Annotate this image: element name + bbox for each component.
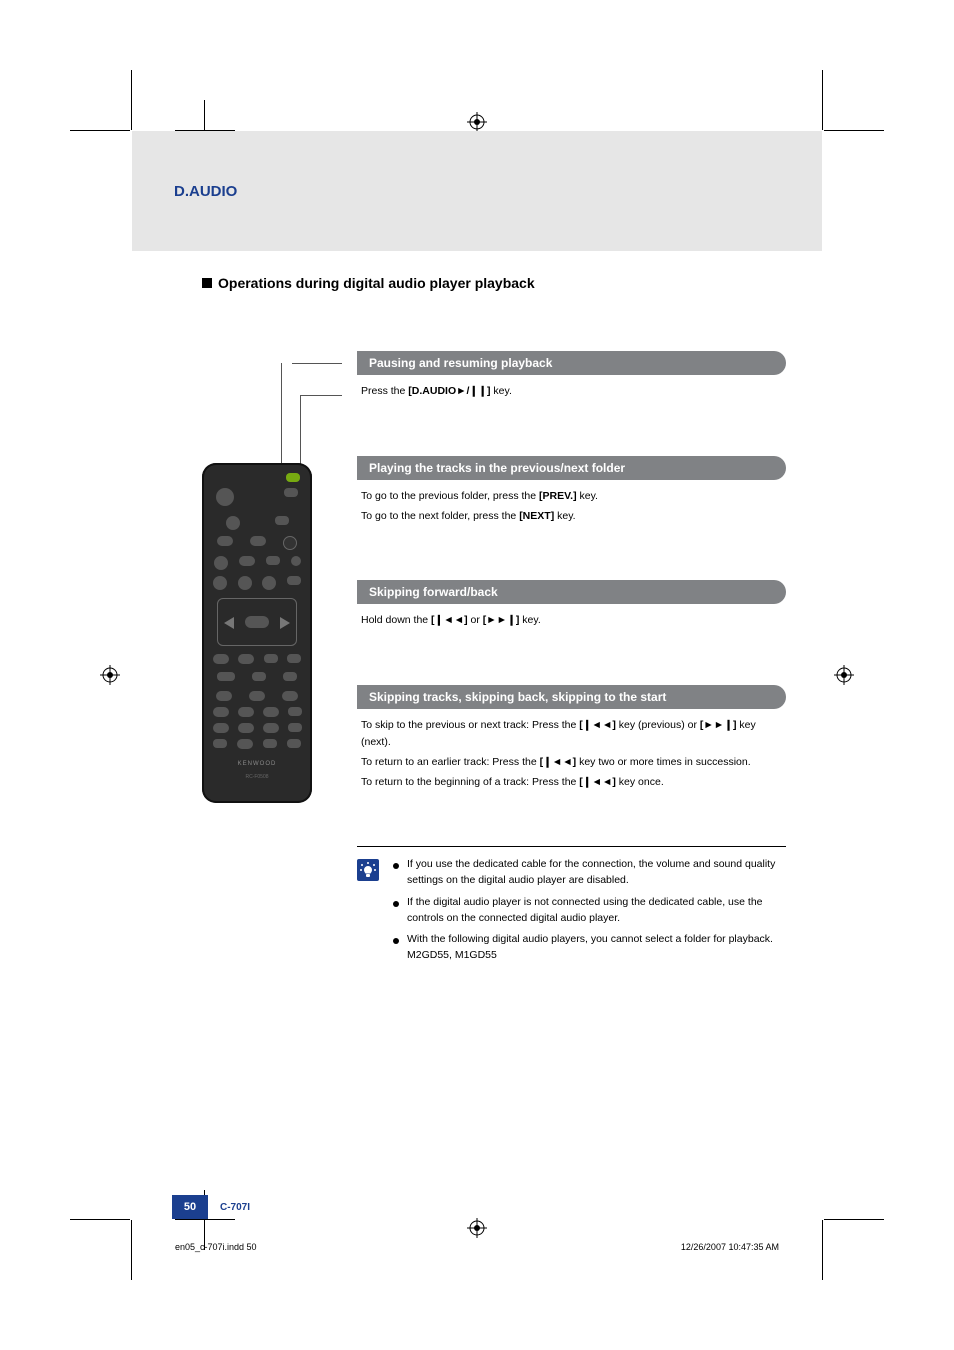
tip-item: If the digital audio player is not conne… bbox=[393, 895, 786, 927]
block-pause: Pausing and resuming playback Press the … bbox=[357, 351, 786, 400]
block-skip-tracks: Skipping tracks, skipping back, skipping… bbox=[357, 685, 786, 790]
header-band: D.AUDIO bbox=[132, 131, 822, 251]
tip-list: If you use the dedicated cable for the c… bbox=[393, 857, 786, 970]
block-folder: Playing the tracks in the previous/next … bbox=[357, 456, 786, 525]
slug-timestamp: 12/26/2007 10:47:35 AM bbox=[681, 1242, 779, 1252]
registration-mark-top bbox=[467, 112, 487, 132]
square-bullet-icon bbox=[202, 278, 212, 288]
section-heading: Operations during digital audio player p… bbox=[202, 275, 786, 291]
skiptrack-line1: To skip to the previous or next track: P… bbox=[361, 717, 782, 751]
folder-next-text: To go to the next folder, press the [NEX… bbox=[361, 508, 782, 525]
block-title: Skipping tracks, skipping back, skipping… bbox=[357, 685, 786, 709]
footer-model: C-707I bbox=[220, 1202, 250, 1219]
tip-item: If you use the dedicated cable for the c… bbox=[393, 857, 786, 889]
header-section-title: D.AUDIO bbox=[174, 183, 237, 200]
tip-section: If you use the dedicated cable for the c… bbox=[357, 857, 786, 970]
tip-item: With the following digital audio players… bbox=[393, 932, 786, 964]
block-title: Pausing and resuming playback bbox=[357, 351, 786, 375]
slug-file: en05_c-707i.indd 50 bbox=[175, 1242, 257, 1252]
skipfb-text: Hold down the [❙◄◄] or [►►❙] key. bbox=[361, 612, 782, 629]
block-skip-fwd-back: Skipping forward/back Hold down the [❙◄◄… bbox=[357, 580, 786, 629]
pause-text: Press the [D.AUDIO►/❙❙] key. bbox=[361, 383, 782, 400]
remote-model: RC-F0508 bbox=[210, 774, 304, 780]
registration-mark-bottom bbox=[467, 1218, 487, 1238]
tip-bulb-icon bbox=[357, 859, 379, 881]
separator bbox=[357, 846, 786, 847]
print-slug: en05_c-707i.indd 50 12/26/2007 10:47:35 … bbox=[175, 1242, 779, 1252]
page-footer: 50 C-707I bbox=[132, 1159, 822, 1219]
skiptrack-line2: To return to an earlier track: Press the… bbox=[361, 754, 782, 771]
page-number: 50 bbox=[172, 1195, 208, 1219]
page: D.AUDIO Operations during digital audio … bbox=[132, 131, 822, 1219]
remote-control-icon: KENWOOD RC-F0508 bbox=[202, 463, 312, 803]
folder-prev-text: To go to the previous folder, press the … bbox=[361, 488, 782, 505]
block-title: Playing the tracks in the previous/next … bbox=[357, 456, 786, 480]
section-heading-text: Operations during digital audio player p… bbox=[218, 275, 535, 291]
skiptrack-line3: To return to the beginning of a track: P… bbox=[361, 774, 782, 791]
registration-mark-right bbox=[834, 665, 854, 685]
registration-mark-left bbox=[100, 665, 120, 685]
remote-brand: KENWOOD bbox=[210, 761, 304, 767]
remote-illustration: KENWOOD RC-F0508 bbox=[202, 351, 327, 970]
block-title: Skipping forward/back bbox=[357, 580, 786, 604]
